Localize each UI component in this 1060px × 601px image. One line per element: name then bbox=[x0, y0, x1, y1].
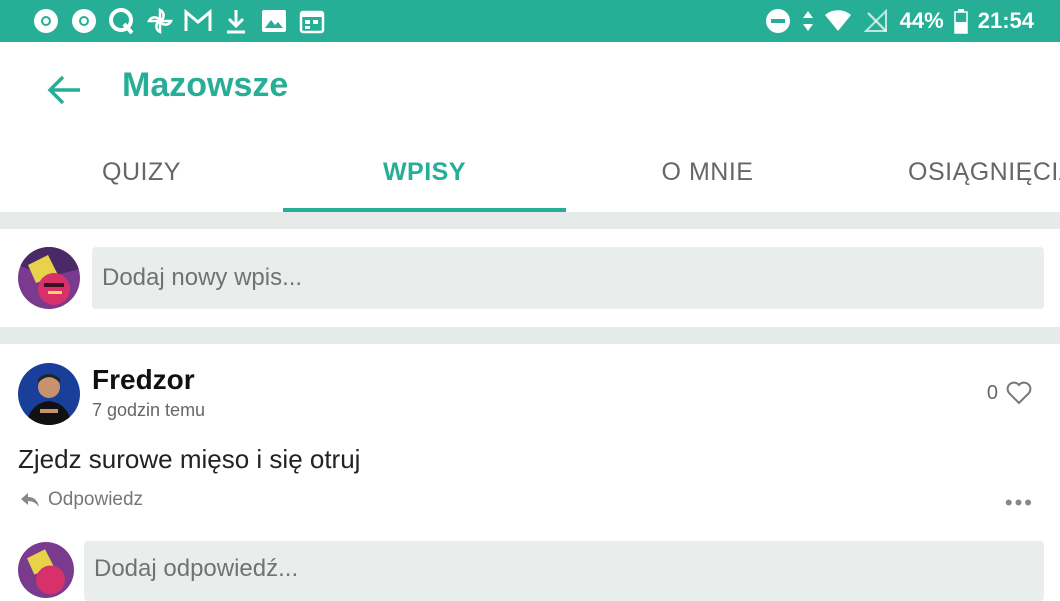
tab-label: OSIĄGNIĘCIA bbox=[908, 157, 1060, 186]
more-options-button[interactable]: ••• bbox=[1005, 490, 1034, 516]
image-icon bbox=[260, 7, 288, 35]
avatar bbox=[18, 247, 80, 309]
no-signal-icon bbox=[862, 7, 890, 35]
notification-icons bbox=[32, 7, 326, 35]
tab-label: O MNIE bbox=[661, 157, 754, 186]
clock: 21:54 bbox=[977, 8, 1034, 33]
data-arrows-icon bbox=[802, 7, 814, 35]
tab-label: WPISY bbox=[382, 157, 467, 186]
quora-icon bbox=[108, 7, 136, 35]
page-title: Mazowsze bbox=[122, 66, 289, 104]
reply-button[interactable]: Odpowiedz bbox=[20, 489, 143, 511]
post-timestamp: 7 godzin temu bbox=[92, 400, 206, 420]
section-divider bbox=[0, 212, 1060, 229]
avatar bbox=[18, 542, 74, 598]
chrome-icon bbox=[70, 7, 98, 35]
battery-percent: 44% bbox=[899, 8, 944, 33]
section-divider bbox=[0, 327, 1060, 344]
app-bar: Mazowsze bbox=[0, 42, 1060, 132]
tab-quizy[interactable]: QUIZY bbox=[0, 132, 283, 212]
new-post-placeholder: Dodaj nowy wpis... bbox=[102, 264, 303, 291]
gmail-icon bbox=[184, 7, 212, 35]
status-bar: 44% 21:54 bbox=[0, 0, 1060, 42]
reply-icon bbox=[21, 493, 39, 507]
reply-input[interactable]: Dodaj odpowiedź... bbox=[84, 541, 1044, 601]
system-status: 44% 21:54 bbox=[764, 6, 1034, 36]
do-not-disturb-icon bbox=[764, 7, 792, 35]
tab-wpisy[interactable]: WPISY bbox=[283, 132, 566, 212]
tab-label: QUIZY bbox=[102, 157, 181, 186]
tab-bar: QUIZY WPISY O MNIE OSIĄGNIĘCIA bbox=[0, 132, 1060, 212]
reply-label: Odpowiedz bbox=[48, 489, 144, 510]
more-icon: ••• bbox=[1004, 490, 1034, 515]
chrome-icon bbox=[32, 7, 60, 35]
tab-osiagniecia[interactable]: OSIĄGNIĘCIA bbox=[849, 132, 1060, 212]
like-button[interactable]: 0 bbox=[987, 381, 1032, 405]
new-post-input[interactable]: Dodaj nowy wpis... bbox=[92, 247, 1044, 309]
author-avatar[interactable] bbox=[18, 363, 80, 425]
calendar-icon bbox=[298, 7, 326, 35]
heart-icon bbox=[1006, 381, 1032, 405]
post-author[interactable]: Fredzor bbox=[92, 364, 195, 396]
pinwheel-icon bbox=[146, 7, 174, 35]
tab-o-mnie[interactable]: O MNIE bbox=[566, 132, 849, 212]
reply-placeholder: Dodaj odpowiedź... bbox=[94, 555, 299, 582]
wifi-icon bbox=[824, 7, 852, 35]
battery-icon bbox=[953, 7, 968, 35]
back-button[interactable] bbox=[44, 70, 88, 110]
arrow-left-icon bbox=[47, 75, 80, 105]
like-count: 0 bbox=[986, 381, 998, 404]
download-icon bbox=[222, 7, 250, 35]
post-content: Zjedz surowe mięso i się otruj bbox=[18, 444, 361, 474]
